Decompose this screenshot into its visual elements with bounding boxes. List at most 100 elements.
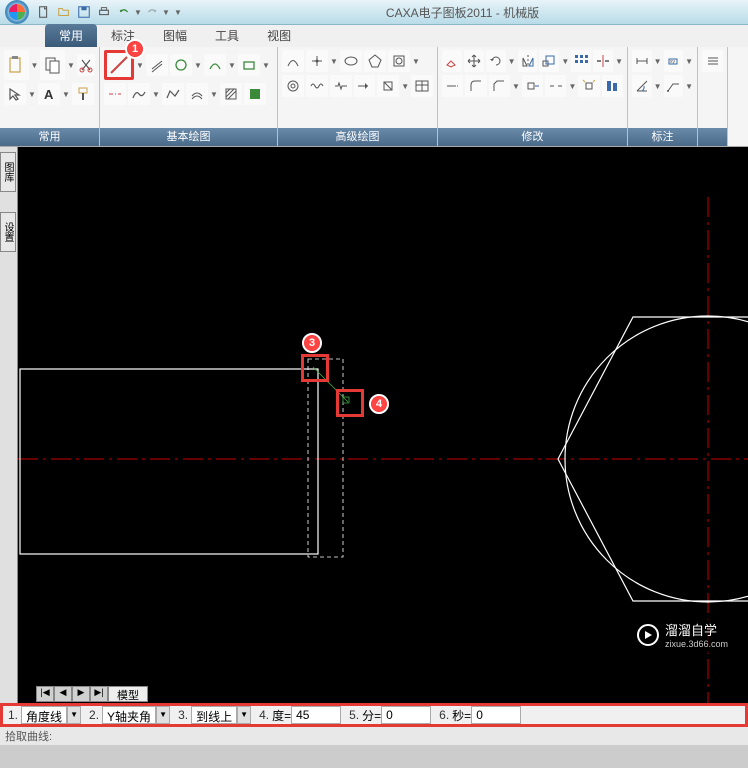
ellipse-button[interactable] <box>340 50 362 72</box>
undo-dropdown[interactable]: ▼ <box>134 8 142 17</box>
watermark: 溜溜自学 zixue.3d66.com <box>627 616 738 653</box>
param-2-value[interactable]: Y轴夹角 <box>102 706 156 724</box>
dim-coord-dropdown[interactable]: ▼ <box>685 57 693 66</box>
wave-button[interactable] <box>306 75 328 97</box>
vertical-tool-1[interactable]: 图库 <box>0 152 16 192</box>
circle-tool-button[interactable] <box>170 54 192 76</box>
dim-coord-button[interactable]: xy <box>664 50 684 72</box>
select-button[interactable] <box>4 83 26 105</box>
new-file-button[interactable] <box>35 3 53 21</box>
tab-tools[interactable]: 工具 <box>201 24 253 47</box>
dim-leader-button[interactable] <box>664 75 684 97</box>
spline-dropdown[interactable]: ▼ <box>152 90 160 99</box>
line-tool-button[interactable]: 1 <box>104 50 134 80</box>
nav-next-button[interactable]: ▶ <box>72 686 90 702</box>
param-3-dropdown[interactable]: ▼ <box>237 706 251 724</box>
polygon-button[interactable] <box>364 50 386 72</box>
param-1-value[interactable]: 角度线 <box>21 706 67 724</box>
circle-dropdown[interactable]: ▼ <box>194 61 202 70</box>
scale-button[interactable] <box>539 50 559 72</box>
point-button[interactable] <box>306 50 328 72</box>
block-button[interactable] <box>388 50 410 72</box>
offset-dropdown[interactable]: ▼ <box>210 90 218 99</box>
nav-last-button[interactable]: ▶| <box>90 686 108 702</box>
param-5-value[interactable]: 0 <box>381 706 431 724</box>
param-2-dropdown[interactable]: ▼ <box>156 706 170 724</box>
break-button[interactable] <box>330 75 352 97</box>
param-6-value[interactable]: 0 <box>471 706 521 724</box>
chamfer-dropdown[interactable]: ▼ <box>512 82 520 91</box>
arrow-button[interactable] <box>354 75 376 97</box>
break2-button[interactable] <box>545 75 566 97</box>
select-dropdown[interactable]: ▼ <box>28 90 36 99</box>
stretch-button[interactable] <box>522 75 543 97</box>
trim-button[interactable] <box>593 50 613 72</box>
hole-dropdown[interactable]: ▼ <box>401 82 409 91</box>
tab-common[interactable]: 常用 <box>45 24 97 47</box>
tab-view[interactable]: 视图 <box>253 24 305 47</box>
undo-button[interactable] <box>115 3 133 21</box>
fill-button[interactable] <box>244 83 266 105</box>
nav-first-button[interactable]: |◀ <box>36 686 54 702</box>
polyline-button[interactable] <box>162 83 184 105</box>
print-button[interactable] <box>95 3 113 21</box>
text-button[interactable]: A <box>38 83 60 105</box>
vertical-tool-2[interactable]: 设置 <box>0 212 16 252</box>
align-button[interactable] <box>602 75 623 97</box>
param-1-dropdown[interactable]: ▼ <box>67 706 81 724</box>
break2-dropdown[interactable]: ▼ <box>568 82 576 91</box>
block-dropdown[interactable]: ▼ <box>412 57 420 66</box>
format-painter-button[interactable] <box>72 83 94 105</box>
open-file-button[interactable] <box>55 3 73 21</box>
copy-dropdown[interactable]: ▼ <box>67 61 75 70</box>
param-4-value[interactable]: 45 <box>291 706 341 724</box>
mirror-button[interactable] <box>518 50 538 72</box>
app-logo-icon[interactable] <box>5 0 29 24</box>
curve-button[interactable] <box>282 50 304 72</box>
redo-button[interactable] <box>143 3 161 21</box>
dim-linear-button[interactable] <box>632 50 652 72</box>
explode-button[interactable] <box>578 75 599 97</box>
erase-button[interactable] <box>442 50 462 72</box>
param-3-value[interactable]: 到线上 <box>191 706 237 724</box>
parallel-line-button[interactable] <box>146 54 168 76</box>
rotate-dropdown[interactable]: ▼ <box>508 57 516 66</box>
table-button[interactable] <box>411 75 433 97</box>
dim-leader-dropdown[interactable]: ▼ <box>685 82 693 91</box>
trim-dropdown[interactable]: ▼ <box>615 57 623 66</box>
dim-angle-dropdown[interactable]: ▼ <box>654 82 662 91</box>
array-button[interactable] <box>571 50 591 72</box>
chamfer-button[interactable] <box>489 75 510 97</box>
redo-dropdown[interactable]: ▼ <box>162 8 170 17</box>
copy-button[interactable] <box>40 50 65 80</box>
spline-button[interactable] <box>128 83 150 105</box>
gear-button[interactable] <box>282 75 304 97</box>
dim-angle-button[interactable] <box>632 75 652 97</box>
more-button[interactable] <box>702 50 723 72</box>
arc-dropdown[interactable]: ▼ <box>228 61 236 70</box>
rotate-button[interactable] <box>486 50 506 72</box>
offset-button[interactable] <box>186 83 208 105</box>
extend-button[interactable] <box>442 75 463 97</box>
paste-dropdown[interactable]: ▼ <box>31 61 39 70</box>
cut-button[interactable] <box>77 54 95 76</box>
fillet-button[interactable] <box>465 75 486 97</box>
hatch-button[interactable] <box>220 83 242 105</box>
line-dropdown[interactable]: ▼ <box>136 61 144 70</box>
rectangle-tool-button[interactable] <box>238 54 260 76</box>
dim-dropdown[interactable]: ▼ <box>654 57 662 66</box>
tab-layout[interactable]: 图幅 <box>149 24 201 47</box>
point-dropdown[interactable]: ▼ <box>330 57 338 66</box>
paste-button[interactable] <box>4 50 29 80</box>
arc-tool-button[interactable] <box>204 54 226 76</box>
model-tab[interactable]: 模型 <box>108 686 148 702</box>
hole-button[interactable] <box>377 75 399 97</box>
centerline-button[interactable] <box>104 83 126 105</box>
save-button[interactable] <box>75 3 93 21</box>
qat-customize[interactable]: ▼ <box>174 8 182 17</box>
move-button[interactable] <box>464 50 484 72</box>
nav-prev-button[interactable]: ◀ <box>54 686 72 702</box>
text-dropdown[interactable]: ▼ <box>62 90 70 99</box>
rect-dropdown[interactable]: ▼ <box>262 61 270 70</box>
scale-dropdown[interactable]: ▼ <box>561 57 569 66</box>
